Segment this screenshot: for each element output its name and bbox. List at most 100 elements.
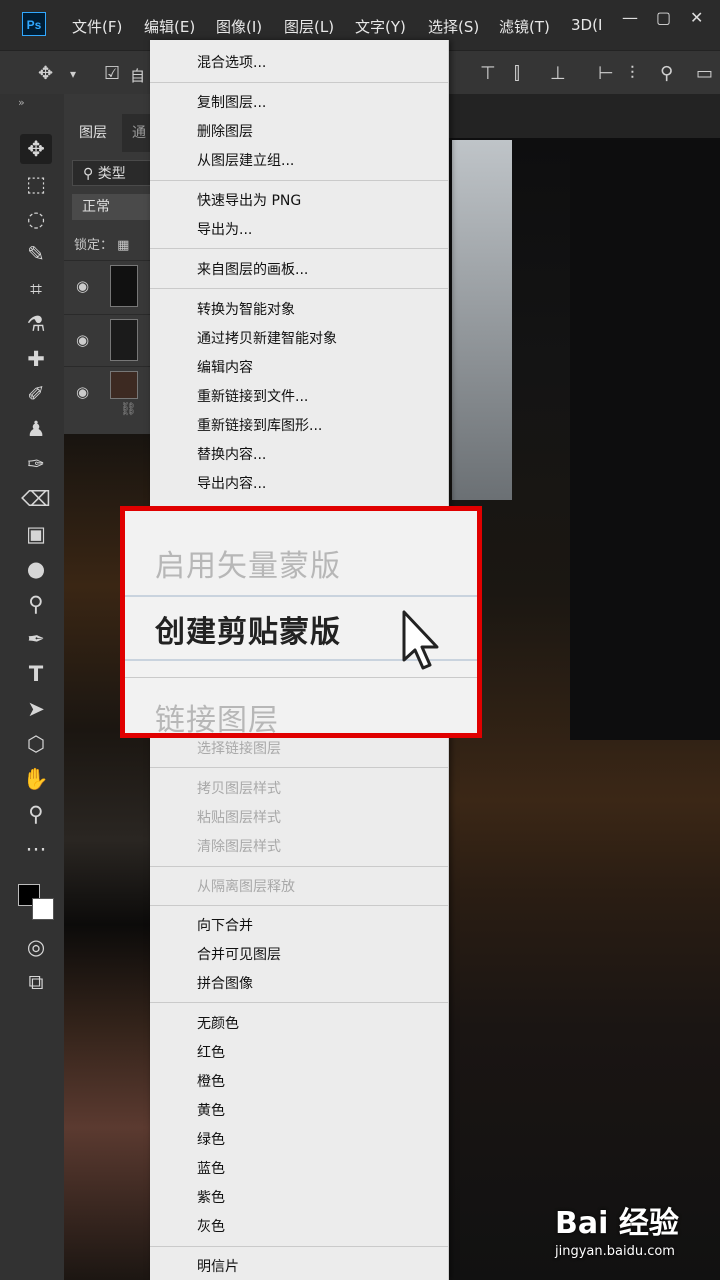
menu-relink-to-library[interactable]: 重新链接到库图形... <box>197 415 322 435</box>
menu-new-smart-object-via-copy[interactable]: 通过拷贝新建智能对象 <box>197 328 337 348</box>
menu-blending-options[interactable]: 混合选项... <box>197 52 266 72</box>
crop-tool-icon[interactable]: ⌗ <box>20 274 52 304</box>
menu-image[interactable]: 图像(I) <box>216 16 262 37</box>
move-icon[interactable]: ✥ <box>38 63 53 84</box>
tab-channels[interactable]: 通 <box>132 114 146 152</box>
menu-select[interactable]: 选择(S) <box>428 16 479 37</box>
history-brush-tool-icon[interactable]: ✑ <box>20 449 52 479</box>
healing-brush-tool-icon[interactable]: ✚ <box>20 344 52 374</box>
dodge-tool-icon[interactable]: ⚲ <box>20 589 52 619</box>
more-tools-icon[interactable]: ⋯ <box>20 834 52 864</box>
checkbox-icon[interactable]: ☑ <box>104 63 120 84</box>
background-color-swatch[interactable] <box>32 898 54 920</box>
type-tool-icon[interactable]: T <box>20 659 52 689</box>
lasso-tool-icon[interactable]: ◌ <box>20 204 52 234</box>
menu-create-clipping-mask[interactable]: 创建剪贴蒙版 <box>155 607 341 651</box>
menu-merge-down[interactable]: 向下合并 <box>197 915 253 935</box>
menu-duplicate-layer[interactable]: 复制图层... <box>197 92 266 112</box>
menu-color-orange[interactable]: 橙色 <box>197 1071 225 1091</box>
quick-mask-icon[interactable]: ◎ <box>20 932 52 962</box>
layer-filter[interactable]: ⚲ 类型 <box>72 160 154 186</box>
menu-file[interactable]: 文件(F) <box>72 16 122 37</box>
menu-delete-layer[interactable]: 删除图层 <box>197 121 253 141</box>
menu-merge-visible[interactable]: 合并可见图层 <box>197 944 281 964</box>
menu-color-green[interactable]: 绿色 <box>197 1129 225 1149</box>
chevron-down-icon[interactable]: ▾ <box>70 67 76 81</box>
menu-color-blue[interactable]: 蓝色 <box>197 1158 225 1178</box>
blur-tool-icon[interactable]: ● <box>20 554 52 584</box>
eye-icon[interactable]: ◉ <box>76 331 89 349</box>
menu-type[interactable]: 文字(Y) <box>355 16 406 37</box>
align-bottom-icon[interactable]: ⊥ <box>550 63 566 84</box>
move-tool-icon[interactable]: ✥ <box>20 134 52 164</box>
eraser-tool-icon[interactable]: ⌫ <box>20 484 52 514</box>
menu-filter[interactable]: 滤镜(T) <box>499 16 550 37</box>
align-left-icon[interactable]: ⊢ <box>598 63 614 84</box>
auto-select-label: 自 <box>130 67 146 85</box>
menu-select-linked-layers: 选择链接图层 <box>197 741 281 757</box>
menu-quick-export-png[interactable]: 快速导出为 PNG <box>197 190 301 210</box>
close-button[interactable]: ✕ <box>690 8 703 27</box>
collapse-icon[interactable]: » <box>18 96 25 109</box>
menu-color-gray[interactable]: 灰色 <box>197 1216 225 1236</box>
menu-postcard[interactable]: 明信片 <box>197 1256 239 1276</box>
align-vcenter-icon[interactable]: ⫿ <box>514 63 520 84</box>
layer-row[interactable]: ◉ <box>64 366 154 415</box>
menu-flatten-image[interactable]: 拼合图像 <box>197 973 253 993</box>
shape-tool-icon[interactable]: ⬡ <box>20 729 52 759</box>
minimize-button[interactable]: — <box>622 8 638 27</box>
menu-color-red[interactable]: 红色 <box>197 1042 225 1062</box>
menu-separator <box>150 288 448 289</box>
menu-export-contents[interactable]: 导出内容... <box>197 473 266 493</box>
eyedropper-tool-icon[interactable]: ⚗ <box>20 309 52 339</box>
menu-3d[interactable]: 3D(I <box>571 16 602 34</box>
menu-clear-layer-style: 清除图层样式 <box>197 839 281 855</box>
maximize-button[interactable]: ▢ <box>656 8 671 27</box>
menu-replace-contents[interactable]: 替换内容... <box>197 444 266 464</box>
lock-label: 锁定： <box>74 238 114 253</box>
menu-group-from-layers[interactable]: 从图层建立组... <box>197 150 294 170</box>
canvas-building-dark <box>570 140 720 740</box>
layer-row[interactable]: ◉ <box>64 260 154 309</box>
pen-tool-icon[interactable]: ✒ <box>20 624 52 654</box>
quick-select-tool-icon[interactable]: ✎ <box>20 239 52 269</box>
layer-row[interactable]: ◉ <box>64 314 154 363</box>
eye-icon[interactable]: ◉ <box>76 383 89 401</box>
align-top-icon[interactable]: ⊤ <box>480 63 496 84</box>
workspace-icon[interactable]: ▭ <box>696 63 713 84</box>
zoom-tool-icon[interactable]: ⚲ <box>20 799 52 829</box>
menu-convert-smart-object[interactable]: 转换为智能对象 <box>197 299 295 319</box>
brush-tool-icon[interactable]: ✐ <box>20 379 52 409</box>
eye-icon[interactable]: ◉ <box>76 277 89 295</box>
gradient-tool-icon[interactable]: ▣ <box>20 519 52 549</box>
search-icon[interactable]: ⚲ <box>660 63 673 84</box>
menu-relink-to-file[interactable]: 重新链接到文件... <box>197 386 308 406</box>
link-layers-icon[interactable]: ⛓ <box>120 402 137 417</box>
hand-tool-icon[interactable]: ✋ <box>20 764 52 794</box>
screen-mode-icon[interactable]: ⧉ <box>20 967 52 997</box>
lock-row: 锁定： ▦ <box>74 234 129 253</box>
panel-tabs: 图层 通 <box>64 114 154 152</box>
tab-layers[interactable]: 图层 <box>64 114 122 152</box>
highlight-top-line <box>125 595 477 597</box>
marquee-tool-icon[interactable]: ⬚ <box>20 169 52 199</box>
menu-paste-layer-style: 粘贴图层样式 <box>197 810 281 826</box>
menu-color-yellow[interactable]: 黄色 <box>197 1100 225 1120</box>
menu-edit-contents[interactable]: 编辑内容 <box>197 357 253 377</box>
clone-stamp-tool-icon[interactable]: ♟ <box>20 414 52 444</box>
layer-thumbnail <box>110 319 138 361</box>
menu-layer[interactable]: 图层(L) <box>284 16 334 37</box>
blend-mode-select[interactable]: 正常 <box>72 194 154 220</box>
watermark-url: jingyan.baidu.com <box>555 1244 675 1259</box>
menu-artboard-from-layers[interactable]: 来自图层的画板... <box>197 259 308 279</box>
tools-panel: » ✥ ⬚ ◌ ✎ ⌗ ⚗ ✚ ✐ ♟ ✑ ⌫ ▣ ● ⚲ ✒ T ➤ ⬡ ✋ … <box>0 94 65 1280</box>
menu-color-none[interactable]: 无颜色 <box>197 1013 239 1033</box>
canvas-building <box>452 140 512 500</box>
path-select-tool-icon[interactable]: ➤ <box>20 694 52 724</box>
menu-edit[interactable]: 编辑(E) <box>144 16 195 37</box>
lock-transparency-icon[interactable]: ▦ <box>117 238 129 253</box>
menu-copy-layer-style: 拷贝图层样式 <box>197 781 281 797</box>
menu-export-as[interactable]: 导出为... <box>197 219 252 239</box>
menu-color-violet[interactable]: 紫色 <box>197 1187 225 1207</box>
align-hcenter-icon[interactable]: ⫶ <box>630 63 635 84</box>
